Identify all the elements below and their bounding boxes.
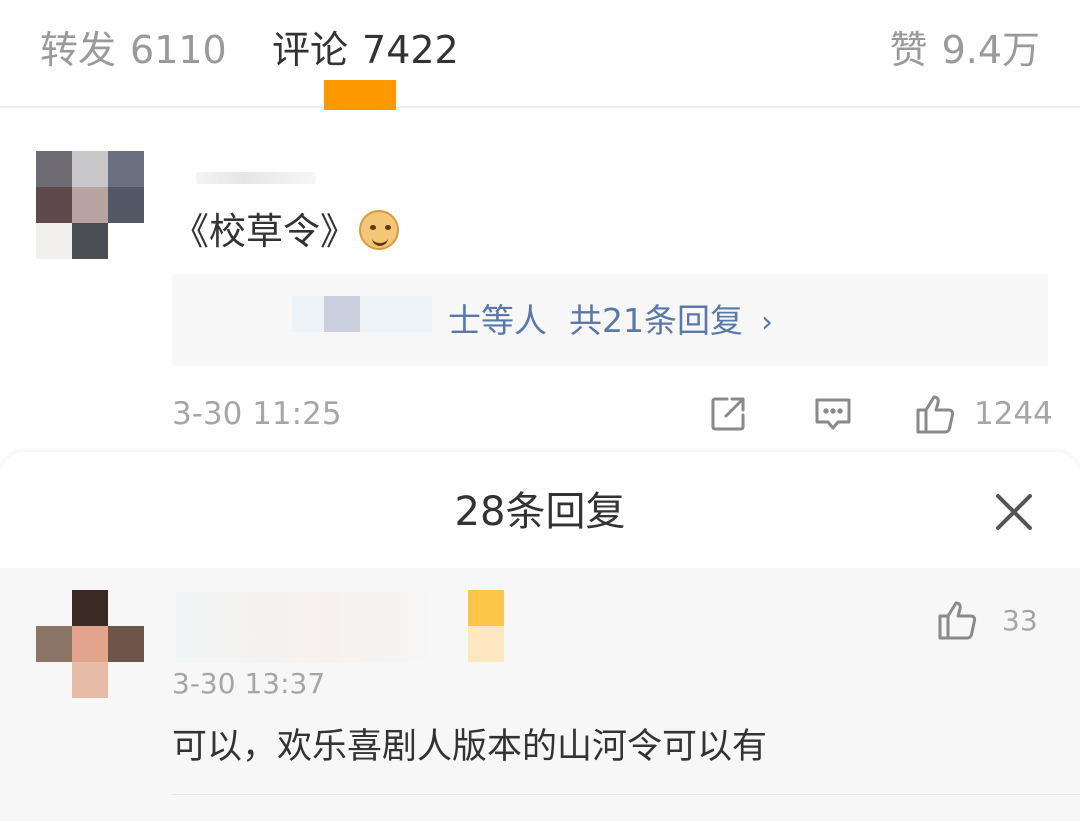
reply-avatar-obscured <box>324 296 360 332</box>
thumbs-up-icon <box>914 392 958 436</box>
like-count: 1244 <box>974 396 1053 432</box>
username-obscured[interactable] <box>196 172 316 184</box>
comment-time: 3-30 11:25 <box>172 396 342 432</box>
tab-repost[interactable]: 转发 6110 <box>40 26 227 74</box>
reply-text: 可以，欢乐喜剧人版本的山河令可以有 <box>172 727 768 767</box>
share-button[interactable] <box>708 392 748 436</box>
active-tab-indicator <box>324 80 396 114</box>
tab-comment-count: 7422 <box>362 28 459 72</box>
tab-like[interactable]: 赞 9.4万 <box>890 26 1040 74</box>
replies-names: 士等人 <box>448 301 547 340</box>
reply-username-obscured[interactable] <box>176 592 436 662</box>
avatar[interactable] <box>36 151 144 259</box>
doge-emoji-icon <box>359 210 399 250</box>
thumbs-up-icon <box>936 598 980 642</box>
reply-time: 3-30 13:37 <box>172 667 326 700</box>
divider <box>172 794 1080 795</box>
comment-text-content: 《校草令》 <box>172 210 357 253</box>
sheet-title: 28条回复 <box>454 489 626 535</box>
close-icon <box>990 488 1038 536</box>
reply-list: 3-30 13:37 33 可以，欢乐喜剧人版本的山河令可以有 <box>0 568 1080 821</box>
replies-sheet: 28条回复 3-30 13:37 33 可以，欢乐喜剧人版本的山河令可以有 <box>0 452 1080 821</box>
chevron-right-icon: › <box>761 305 773 340</box>
reply-like-button[interactable]: 33 <box>936 598 1038 642</box>
tab-repost-label: 转发 <box>40 28 117 72</box>
share-icon <box>708 394 748 434</box>
reply-button[interactable] <box>812 392 854 436</box>
tab-like-label: 赞 <box>889 28 928 72</box>
tab-comment-label: 评论 <box>272 28 349 72</box>
sheet-header: 28条回复 <box>0 452 1080 568</box>
user-badge-lower <box>468 626 504 662</box>
tab-comment[interactable]: 评论 7422 <box>272 26 459 74</box>
replies-summary[interactable]: 士等人 共21条回复 › <box>448 300 773 344</box>
reply-avatar[interactable] <box>36 590 144 698</box>
tab-repost-count: 6110 <box>130 28 227 72</box>
comment-text: 《校草令》 <box>172 208 399 256</box>
reply-names-obscured <box>292 296 432 332</box>
close-button[interactable] <box>990 488 1038 536</box>
comment-item: 《校草令》 士等人 共21条回复 › 3-30 11:25 1244 <box>0 110 1080 450</box>
replies-preview[interactable]: 士等人 共21条回复 › <box>172 274 1048 366</box>
reply-like-count: 33 <box>1002 603 1038 637</box>
tab-bar: 转发 6110 评论 7422 赞 9.4万 <box>0 0 1080 114</box>
like-button[interactable]: 1244 <box>914 392 1053 436</box>
replies-total: 共21条回复 <box>569 301 743 340</box>
user-badge <box>468 590 504 626</box>
tab-like-count: 9.4万 <box>941 28 1040 72</box>
comment-icon <box>812 393 854 435</box>
